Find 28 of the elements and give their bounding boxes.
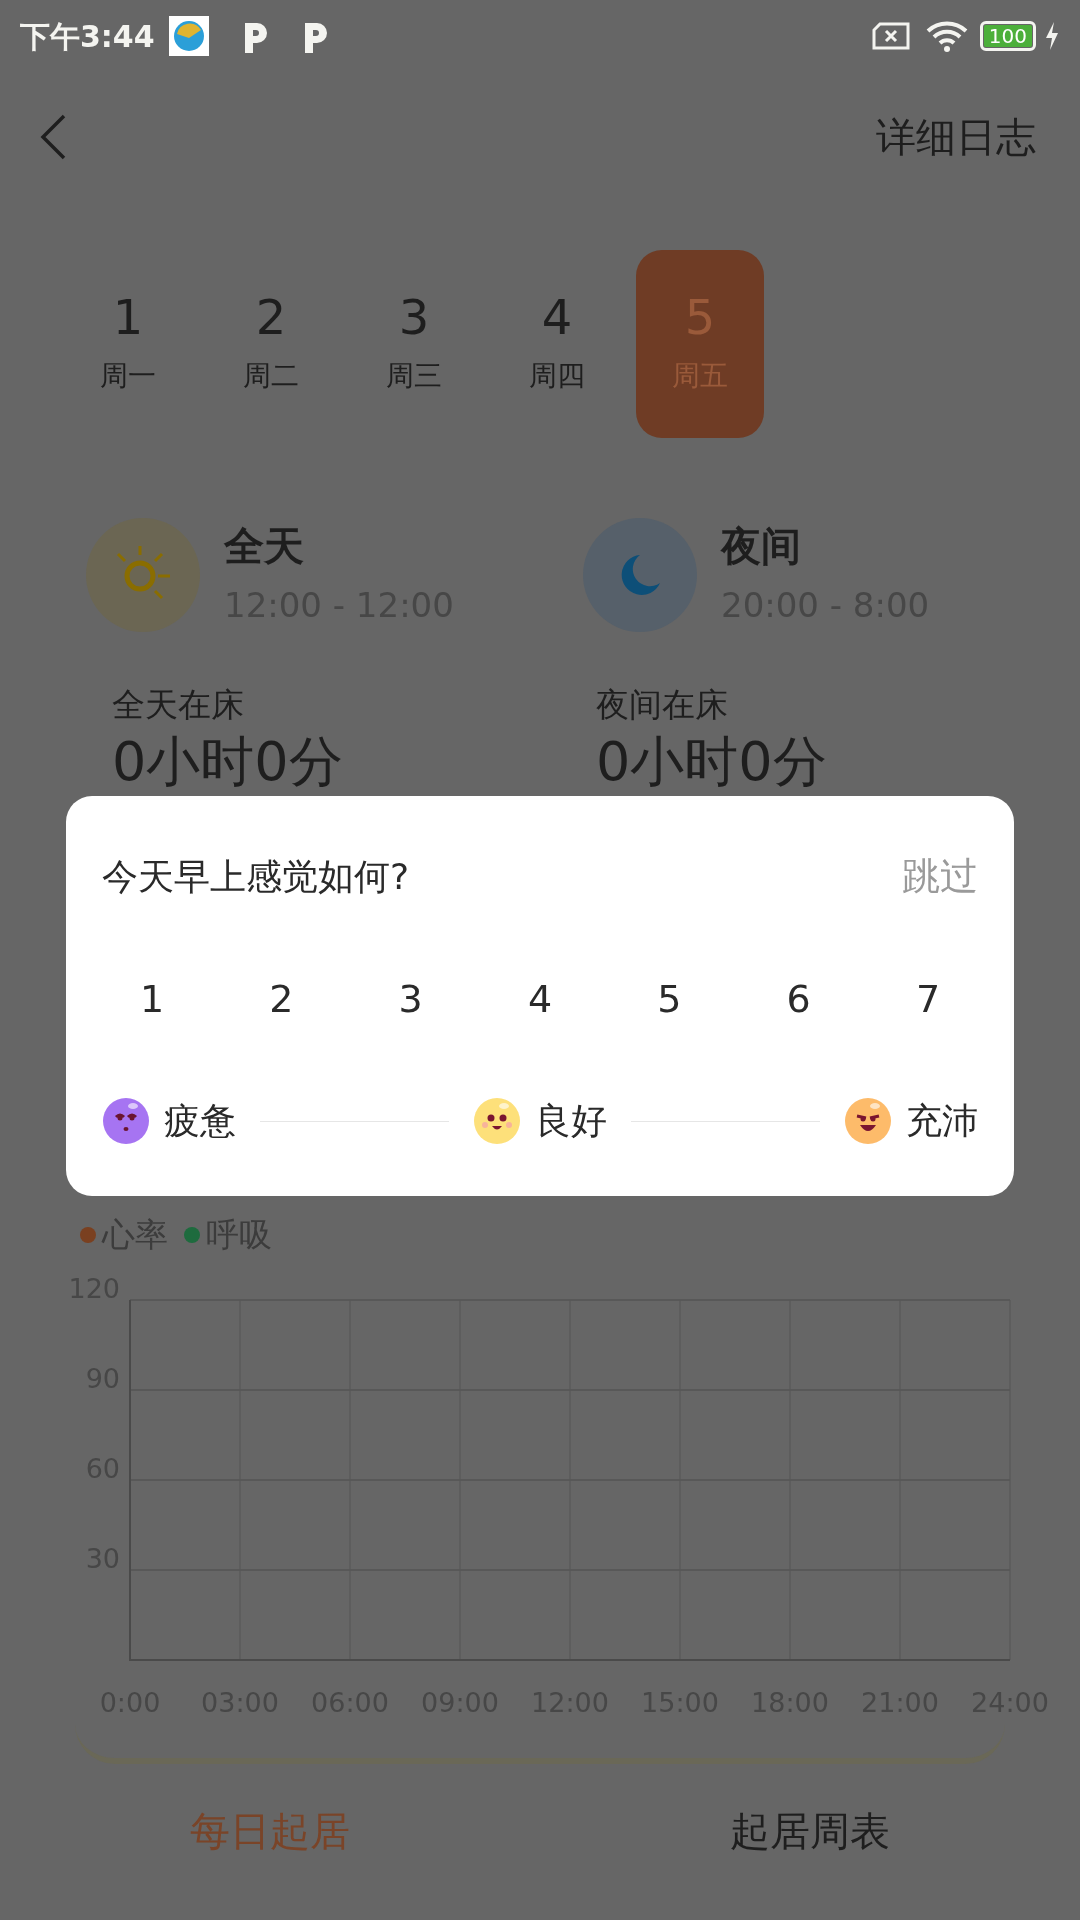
in-bed-duration: 0小时0分 [596, 729, 828, 795]
mood-option[interactable]: 疲惫 [102, 1094, 236, 1148]
grinning-face-icon [844, 1097, 892, 1145]
period-title: 全天 [224, 522, 305, 570]
in-bed-label: 全天在床 [112, 684, 245, 726]
smiling-face-icon [473, 1097, 521, 1145]
rating-option[interactable]: 3 [370, 971, 451, 1028]
app-icon [168, 16, 209, 56]
rating-option[interactable]: 6 [758, 971, 839, 1028]
battery-indicator: 100 [979, 21, 1036, 51]
back-button[interactable] [40, 114, 66, 160]
charging-icon [1044, 22, 1060, 50]
rating-option[interactable]: 4 [500, 971, 580, 1028]
clock-time: 下午3:44 [20, 17, 155, 56]
rating-option[interactable]: 5 [629, 971, 710, 1028]
wifi-icon [925, 19, 968, 53]
rating-option[interactable]: 1 [112, 971, 192, 1028]
rating-option[interactable]: 2 [241, 971, 322, 1028]
tired-face-icon [102, 1097, 150, 1145]
back-icon [40, 114, 66, 160]
mood-option[interactable]: 良好 [473, 1094, 607, 1148]
period-title: 夜间 [721, 522, 802, 570]
dialog-title: 今天早上感觉如何? [102, 854, 410, 899]
rating-option[interactable]: 7 [887, 971, 968, 1028]
in-bed-label: 夜间在床 [596, 684, 729, 726]
no-sim-icon [871, 22, 910, 50]
in-bed-duration: 0小时0分 [112, 729, 344, 795]
mood-option[interactable]: 充沛 [844, 1094, 978, 1148]
